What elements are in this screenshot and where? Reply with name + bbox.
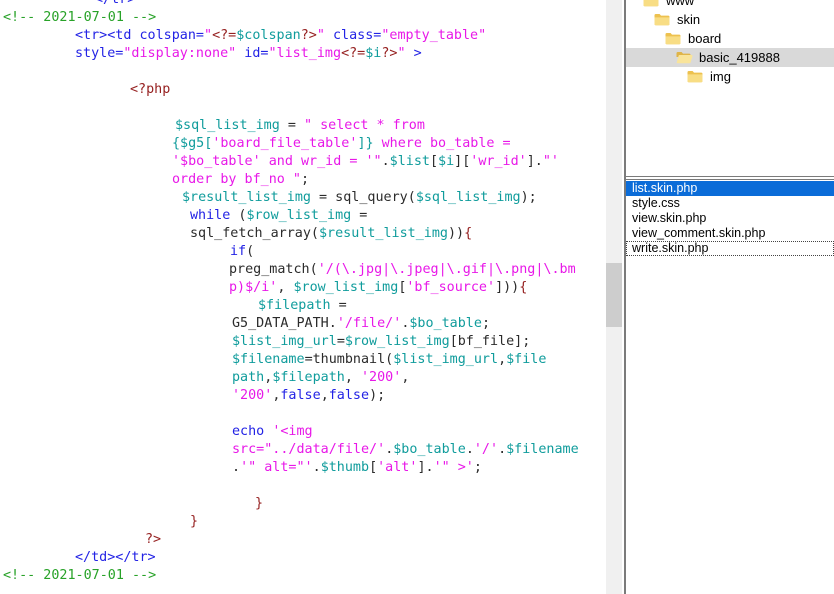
folder-icon: [665, 32, 682, 45]
tree-item-www[interactable]: www: [626, 0, 834, 10]
code-line: ​: [0, 99, 579, 117]
code-line: $sql_list_img = " select * from: [0, 117, 579, 135]
tree-item-label: img: [710, 67, 731, 86]
code-line: '200',false,false);: [0, 387, 579, 405]
code-line: '$bo_table' and wr_id = '".$list[$i]['wr…: [0, 153, 579, 171]
code-line: <?php: [0, 81, 579, 99]
file-item-label: view.skin.php: [632, 211, 706, 225]
open-folder-icon: [676, 51, 693, 64]
code-area: </tr><!-- 2021-07-01 --><tr><td colspan=…: [0, 0, 579, 585]
code-line: ?>: [0, 531, 579, 549]
code-line: $result_list_img = sql_query($sql_list_i…: [0, 189, 579, 207]
code-line: G5_DATA_PATH.'/file/'.$bo_table;: [0, 315, 579, 333]
tree-item-label: www: [666, 0, 694, 10]
folder-icon: [687, 70, 704, 83]
scrollbar-thumb[interactable]: [606, 263, 622, 327]
file-list-panel: list.skin.phpstyle.cssview.skin.phpview_…: [626, 179, 834, 594]
code-line: if(: [0, 243, 579, 261]
code-line: <!-- 2021-07-01 -->: [0, 567, 579, 585]
file-item-view.skin.php[interactable]: view.skin.php: [626, 211, 834, 226]
file-item-write.skin.php[interactable]: write.skin.php: [626, 241, 834, 256]
code-line: style="display:none" id="list_img<?=$i?>…: [0, 45, 579, 63]
code-line: </td></tr>: [0, 549, 579, 567]
code-line: <!-- 2021-07-01 -->: [0, 9, 579, 27]
folder-icon: [643, 0, 660, 7]
file-list: list.skin.phpstyle.cssview.skin.phpview_…: [626, 181, 834, 256]
file-item-label: write.skin.php: [632, 241, 708, 255]
code-line: order by bf_no ";: [0, 171, 579, 189]
folder-icon: [654, 13, 671, 26]
code-line: }: [0, 495, 579, 513]
tree-item-label: board: [688, 29, 721, 48]
code-line: $filepath =: [0, 297, 579, 315]
editor-window: </tr><!-- 2021-07-01 --><tr><td colspan=…: [0, 0, 834, 594]
code-line: ​: [0, 405, 579, 423]
code-line: ​: [0, 63, 579, 81]
file-item-label: view_comment.skin.php: [632, 226, 765, 240]
code-line: $filename=thumbnail($list_img_url,$file: [0, 351, 579, 369]
tree-item-basic_419888[interactable]: basic_419888: [626, 48, 834, 67]
code-line: }: [0, 513, 579, 531]
code-line: while ($row_list_img =: [0, 207, 579, 225]
code-line: path,$filepath, '200',: [0, 369, 579, 387]
file-item-label: list.skin.php: [632, 181, 697, 195]
tree-item-img[interactable]: img: [626, 67, 834, 86]
file-item-label: style.css: [632, 196, 680, 210]
editor-vertical-scrollbar[interactable]: [606, 0, 622, 594]
code-line: ​: [0, 477, 579, 495]
code-line: preg_match('/(\.jpg|\.jpeg|\.gif|\.png|\…: [0, 261, 579, 279]
code-line: $list_img_url=$row_list_img[bf_file];: [0, 333, 579, 351]
code-line: </tr>: [0, 0, 579, 9]
code-line: .'" alt="'.$thumb['alt'].'" >';: [0, 459, 579, 477]
folder-tree-panel: www skin board basic_419888 img: [626, 0, 834, 177]
tree-item-skin[interactable]: skin: [626, 10, 834, 29]
file-item-list.skin.php[interactable]: list.skin.php: [626, 181, 834, 196]
code-line: echo '<img: [0, 423, 579, 441]
tree-item-board[interactable]: board: [626, 29, 834, 48]
file-item-style.css[interactable]: style.css: [626, 196, 834, 211]
code-line: src="../data/file/'.$bo_table.'/'.$filen…: [0, 441, 579, 459]
code-editor[interactable]: </tr><!-- 2021-07-01 --><tr><td colspan=…: [0, 0, 606, 594]
file-item-view_comment.skin.php[interactable]: view_comment.skin.php: [626, 226, 834, 241]
tree-item-label: basic_419888: [699, 48, 780, 67]
code-line: p)$/i', $row_list_img['bf_source'])){: [0, 279, 579, 297]
code-line: <tr><td colspan="<?=$colspan?>" class="e…: [0, 27, 579, 45]
code-line: sql_fetch_array($result_list_img)){: [0, 225, 579, 243]
code-line: {$g5['board_file_table']} where bo_table…: [0, 135, 579, 153]
tree-item-label: skin: [677, 10, 700, 29]
